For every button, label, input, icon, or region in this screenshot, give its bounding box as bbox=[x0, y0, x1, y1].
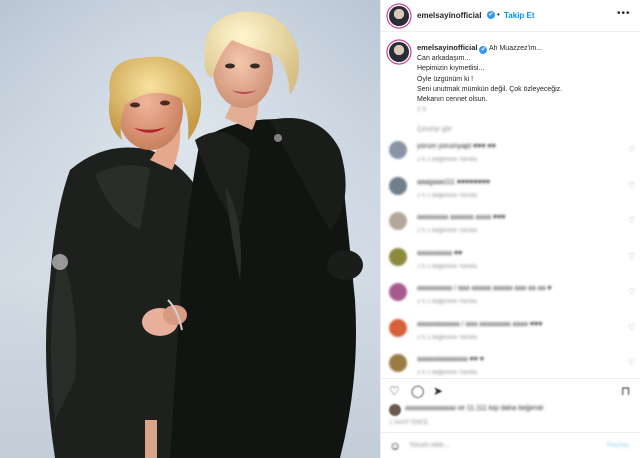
share-icon[interactable]: ➤ bbox=[433, 384, 443, 398]
see-translation-link[interactable]: Çeviriyi gör bbox=[417, 126, 452, 133]
comment-meta: 1 h 1 beğenme Yanıtla bbox=[417, 228, 477, 234]
comment-meta: 1 h 1 beğenme Yanıtla bbox=[417, 334, 477, 341]
more-options-icon[interactable]: ••• bbox=[617, 8, 631, 19]
add-comment-bar: ☺ Yorum ekle... Paylaş bbox=[381, 432, 640, 458]
author-username[interactable]: emelsayinofficial bbox=[417, 11, 481, 20]
liker-avatar[interactable] bbox=[389, 404, 401, 416]
caption-text: emelsayinofficial ✔ Ah Muazzez'im... Can… bbox=[417, 43, 617, 105]
author-avatar[interactable] bbox=[389, 6, 409, 26]
commenter-avatar[interactable] bbox=[389, 354, 407, 372]
comment-like-icon[interactable]: ♡ bbox=[628, 287, 635, 296]
caption-line: Mekanın cennet olsun. bbox=[417, 96, 488, 104]
comment-text: yorum yorumyapt ♥♥♥ ♥♥ bbox=[417, 143, 496, 150]
photo-illustration bbox=[0, 0, 380, 458]
comment-row: aaaaaaaaa / aaa aaaaa aaaaa aaa aa aa ♥ 1… bbox=[381, 283, 640, 317]
comment-like-icon[interactable]: ♡ bbox=[628, 358, 635, 367]
caption-username[interactable]: emelsayinofficial bbox=[417, 43, 477, 52]
comment-row: aaaaaaaaa ♥♥ 1 h 1 beğenme Yanıtla ♡ bbox=[381, 247, 640, 282]
comment-like-icon[interactable]: ♡ bbox=[628, 252, 635, 261]
comment-text: aaaaaaaaaaa / aaa aaaaaaaa aaaa ♥♥♥ bbox=[417, 320, 543, 328]
caption-verified-icon: ✔ bbox=[479, 46, 488, 54]
post-comment-button[interactable]: Paylaş bbox=[607, 442, 629, 449]
commenter-avatar[interactable] bbox=[389, 247, 407, 266]
action-bar: ♡ ◯ ➤ ⊓ bbox=[381, 378, 640, 400]
post-age: 1 SAAT ÖNCE bbox=[389, 420, 429, 426]
comment-meta: 1 h 1 beğenme Yanıtla bbox=[417, 157, 477, 163]
commenter-avatar[interactable] bbox=[389, 283, 407, 301]
caption-author-avatar[interactable] bbox=[389, 42, 409, 62]
comment-like-icon[interactable]: ♡ bbox=[628, 181, 635, 190]
post-photo[interactable] bbox=[0, 0, 380, 458]
comment-row: yorum yorumyapt ♥♥♥ ♥♥ 1 h 1 beğenme Yanı… bbox=[381, 141, 640, 175]
heart-icon[interactable]: ♡ bbox=[389, 384, 400, 398]
post-header: emelsayinofficial ✔ • Takip Et ••• bbox=[381, 0, 640, 32]
likes-count[interactable]: aaaaaaaaaaaaa ve 11.111 kişi daha beğend… bbox=[405, 405, 543, 412]
follow-button[interactable]: Takip Et bbox=[504, 11, 535, 20]
comment-row: aaaaaaaaaaa / aaa aaaaaaaa aaaa ♥♥♥ 1 h 1… bbox=[381, 318, 640, 353]
comment-like-icon[interactable]: ♡ bbox=[628, 323, 635, 332]
commenter-avatar[interactable] bbox=[389, 212, 407, 230]
comment-icon[interactable]: ◯ bbox=[411, 384, 424, 398]
comment-text: aaagaaa111 ♥♥♥♥♥♥♥♥ bbox=[417, 178, 491, 186]
comment-row: aaaaaaaa aaaaaa aaaa ♥♥♥ 1 h 1 beğenme Ya… bbox=[381, 212, 640, 246]
comment-text: aaaaaaaaa / aaa aaaaa aaaaa aaa aa aa ♥ bbox=[417, 285, 552, 292]
follow-separator: • bbox=[497, 10, 500, 19]
verified-badge-icon: ✔ bbox=[487, 11, 495, 19]
likes-row: aaaaaaaaaaaaa ve 11.111 kişi daha beğend… bbox=[381, 402, 640, 418]
comment-meta: 1 h 1 beğenme Yanıtla bbox=[417, 299, 477, 305]
comment-row: aaagaaa111 ♥♥♥♥♥♥♥♥ 1 h 1 beğenme Yanıtla… bbox=[381, 176, 640, 211]
commenter-avatar[interactable] bbox=[389, 176, 407, 195]
comment-meta: 1 h 1 beğenme Yanıtla bbox=[417, 263, 477, 270]
commenter-avatar[interactable] bbox=[389, 318, 407, 337]
comment-meta: 1 h 1 beğenme Yanıtla bbox=[417, 192, 477, 199]
caption-line: Seni unutmak mümkün değil. Çok özleyeceğ… bbox=[417, 85, 563, 93]
comment-like-icon[interactable]: ♡ bbox=[628, 145, 635, 154]
caption-line: Ah Muazzez'im... bbox=[488, 45, 543, 52]
caption-timestamp: 1 h bbox=[417, 106, 427, 113]
comment-text: aaaaaaaa aaaaaa aaaa ♥♥♥ bbox=[417, 214, 506, 221]
emoji-icon[interactable]: ☺ bbox=[389, 439, 401, 453]
comment-like-icon[interactable]: ♡ bbox=[628, 216, 635, 225]
comment-text: aaaaaaaaa ♥♥ bbox=[417, 249, 463, 257]
post-sidebar: emelsayinofficial ✔ • Takip Et ••• emels… bbox=[380, 0, 640, 458]
caption-line: Can arkadaşım... bbox=[417, 55, 471, 63]
commenter-avatar[interactable] bbox=[389, 141, 407, 159]
bookmark-icon[interactable]: ⊓ bbox=[621, 384, 630, 398]
caption-line: Hepimizin kıymetlisi... bbox=[417, 65, 485, 73]
add-comment-input[interactable]: Yorum ekle... bbox=[409, 442, 450, 449]
comment-text: aaaaaaaaaaaaa ♥♥ ♥ bbox=[417, 356, 484, 363]
comment-meta: 1 h 1 beğenme Yanıtla bbox=[417, 370, 477, 376]
caption-line: Öyle üzgünüm ki ! bbox=[417, 75, 474, 83]
